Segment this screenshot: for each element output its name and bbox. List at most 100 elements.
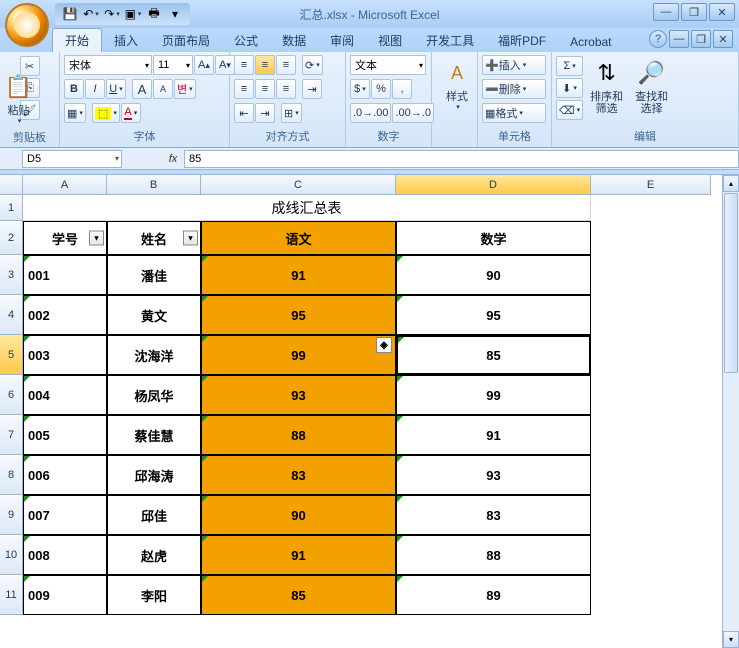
decrease-decimal-icon[interactable]: .00→.0 (392, 103, 433, 123)
cell-A4[interactable]: 002 (23, 295, 107, 335)
cell-D6[interactable]: 99 (396, 375, 591, 415)
cell-A5[interactable]: 003 (23, 335, 107, 375)
cell-D10[interactable]: 88 (396, 535, 591, 575)
office-button[interactable] (5, 3, 49, 47)
paste-button[interactable]: 📋 粘贴 ▾ (0, 68, 40, 128)
cell-C11[interactable]: 85 (201, 575, 396, 615)
col-header-D[interactable]: D (396, 175, 591, 195)
fill-color-button[interactable]: ⬚▾ (92, 103, 120, 123)
col-header-E[interactable]: E (591, 175, 711, 195)
cell-D4[interactable]: 95 (396, 295, 591, 335)
formula-input[interactable]: 85 (184, 150, 739, 168)
restore-button[interactable]: ❐ (681, 3, 707, 21)
cell-C8[interactable]: 83 (201, 455, 396, 495)
align-bottom-icon[interactable]: ≡ (276, 55, 296, 75)
align-middle-icon[interactable]: ≡ (255, 55, 275, 75)
italic-button[interactable]: I (85, 79, 105, 99)
row-header-1[interactable]: 1 (0, 195, 23, 221)
cell-A2[interactable]: 学号▾ (23, 221, 107, 255)
cell-B10[interactable]: 赵虎 (107, 535, 201, 575)
tab-foxit-pdf[interactable]: 福昕PDF (486, 29, 558, 52)
align-center-icon[interactable]: ≡ (255, 79, 275, 99)
cell-A10[interactable]: 008 (23, 535, 107, 575)
col-header-A[interactable]: A (23, 175, 107, 195)
cell-D9[interactable]: 83 (396, 495, 591, 535)
cell-A11[interactable]: 009 (23, 575, 107, 615)
redo-icon[interactable]: ↷▾ (103, 5, 121, 23)
wrap-text-icon[interactable]: ⇥ (302, 79, 322, 99)
name-box[interactable]: D5 (22, 150, 122, 168)
increase-indent-icon[interactable]: ⇥ (255, 103, 275, 123)
vertical-scrollbar[interactable]: ▴ ▾ (722, 175, 739, 648)
cell-C6[interactable]: 93 (201, 375, 396, 415)
grow-font-icon[interactable]: A▴ (194, 55, 214, 75)
table-title[interactable]: 成线汇总表 (23, 195, 591, 221)
col-header-C[interactable]: C (201, 175, 396, 195)
cell-A8[interactable]: 006 (23, 455, 107, 495)
underline-button[interactable]: U▾ (106, 79, 126, 99)
print-icon[interactable]: 🖶 (145, 5, 163, 23)
cell-D3[interactable]: 90 (396, 255, 591, 295)
cell-D11[interactable]: 89 (396, 575, 591, 615)
cell-C10[interactable]: 91 (201, 535, 396, 575)
worksheet[interactable]: ABCDE 1234567891011 成线汇总表学号▾姓名▾语文数学001潘佳… (0, 174, 739, 648)
row-header-5[interactable]: 5 (0, 335, 23, 375)
bold-button[interactable]: B (64, 79, 84, 99)
undo-icon[interactable]: ↶▾ (82, 5, 100, 23)
format-cells-button[interactable]: ▦格式▾ (482, 103, 546, 123)
tab-home[interactable]: 开始 (52, 28, 102, 52)
fill-icon[interactable]: ⬇▾ (556, 78, 583, 98)
orientation-icon[interactable]: ⟳▾ (302, 55, 323, 75)
tab-page-layout[interactable]: 页面布局 (150, 29, 222, 52)
ribbon-minimize-button[interactable]: — (669, 30, 689, 48)
styles-button[interactable]: A 样式 ▾ (436, 54, 478, 114)
filter-button-a[interactable]: ▾ (89, 231, 104, 246)
accounting-format-icon[interactable]: $▾ (350, 79, 370, 99)
cell-A9[interactable]: 007 (23, 495, 107, 535)
phonetic-guide-icon[interactable]: 변▾ (174, 79, 196, 99)
tab-insert[interactable]: 插入 (102, 29, 150, 52)
error-smart-tag[interactable]: ◈ (376, 337, 392, 353)
cell-A7[interactable]: 005 (23, 415, 107, 455)
close-button[interactable]: ✕ (709, 3, 735, 21)
align-top-icon[interactable]: ≡ (234, 55, 254, 75)
font-color-button[interactable]: A▾ (121, 103, 141, 123)
save-icon[interactable]: 💾 (61, 5, 79, 23)
cell-C2[interactable]: 语文 (201, 221, 396, 255)
merge-center-icon[interactable]: ⊞▾ (281, 103, 302, 123)
tab-acrobat[interactable]: Acrobat (558, 32, 623, 52)
cell-B7[interactable]: 蔡佳慧 (107, 415, 201, 455)
cell-B2[interactable]: 姓名▾ (107, 221, 201, 255)
help-button[interactable]: ? (649, 30, 667, 48)
cell-C3[interactable]: 91 (201, 255, 396, 295)
cell-B4[interactable]: 黄文 (107, 295, 201, 335)
cell-D2[interactable]: 数学 (396, 221, 591, 255)
cell-B8[interactable]: 邱海涛 (107, 455, 201, 495)
row-header-6[interactable]: 6 (0, 375, 23, 415)
tab-developer[interactable]: 开发工具 (414, 29, 486, 52)
number-format-combo[interactable]: 文本 (350, 55, 426, 75)
cell-C9[interactable]: 90 (201, 495, 396, 535)
scroll-up-button[interactable]: ▴ (723, 175, 739, 192)
ribbon-restore-button[interactable]: ❐ (691, 30, 711, 48)
cell-B6[interactable]: 杨凤华 (107, 375, 201, 415)
fx-icon[interactable]: fx (162, 153, 184, 165)
cell-B3[interactable]: 潘佳 (107, 255, 201, 295)
row-header-4[interactable]: 4 (0, 295, 23, 335)
comma-format-icon[interactable]: , (392, 79, 412, 99)
cell-C5[interactable]: 99 (201, 335, 396, 375)
row-header-9[interactable]: 9 (0, 495, 23, 535)
cell-D7[interactable]: 91 (396, 415, 591, 455)
cell-C7[interactable]: 88 (201, 415, 396, 455)
align-right-icon[interactable]: ≡ (276, 79, 296, 99)
row-header-2[interactable]: 2 (0, 221, 23, 255)
delete-cells-button[interactable]: ➖删除▾ (482, 79, 546, 99)
minimize-button[interactable]: — (653, 3, 679, 21)
cell-D8[interactable]: 93 (396, 455, 591, 495)
grow-font2-icon[interactable]: A (132, 79, 152, 99)
row-header-11[interactable]: 11 (0, 575, 23, 615)
increase-decimal-icon[interactable]: .0→.00 (350, 103, 391, 123)
row-header-10[interactable]: 10 (0, 535, 23, 575)
shrink-font2-icon[interactable]: A (153, 79, 173, 99)
sort-filter-button[interactable]: ⇅ 排序和 筛选 (585, 54, 628, 118)
